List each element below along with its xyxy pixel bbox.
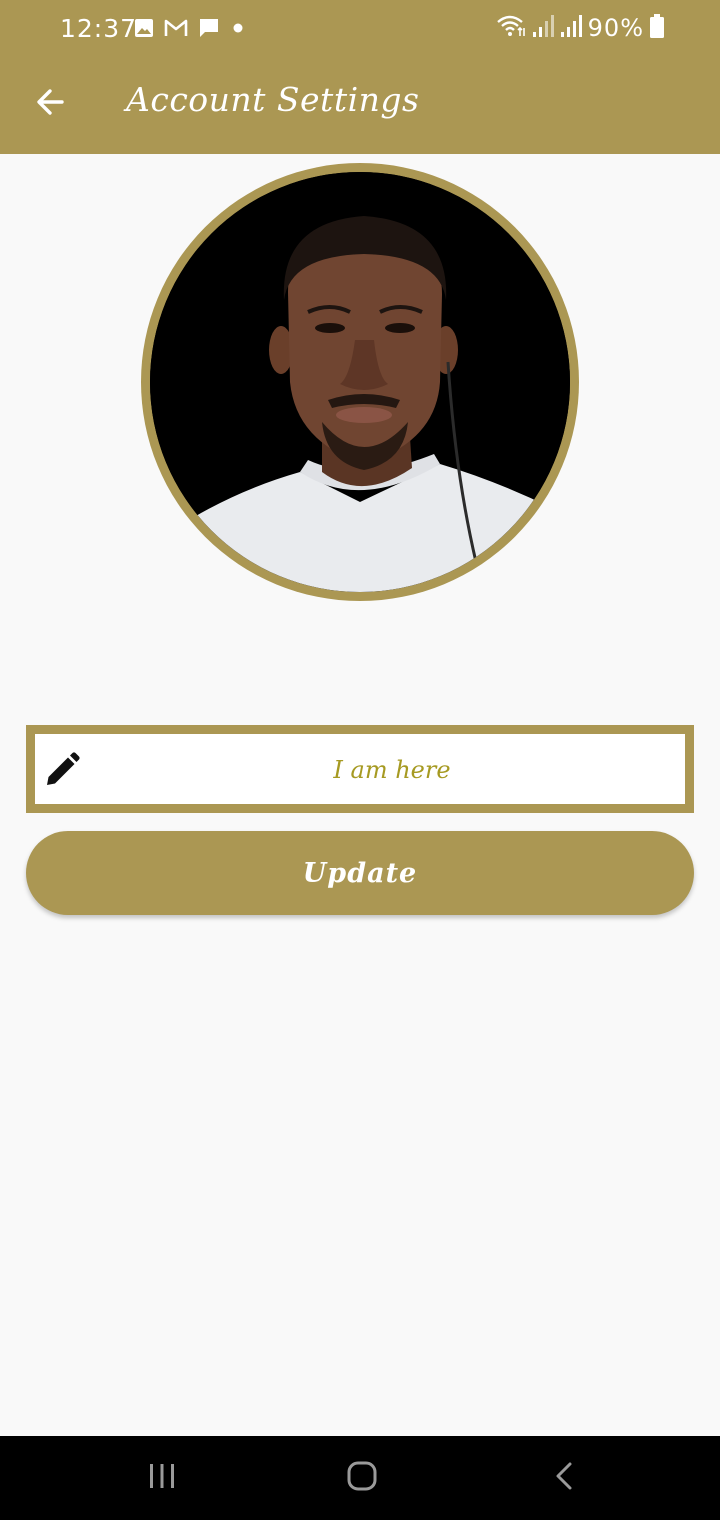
message-icon [198, 17, 220, 43]
recent-apps-icon [147, 1462, 177, 1494]
image-icon [134, 18, 154, 42]
navigation-bar [0, 1436, 720, 1520]
signal-icon [532, 14, 554, 42]
battery-percentage: 90% [587, 14, 644, 42]
home-button[interactable] [340, 1458, 384, 1498]
recent-apps-button[interactable] [140, 1458, 184, 1498]
status-field[interactable] [26, 725, 694, 813]
update-button[interactable]: Update [26, 831, 694, 915]
signal-icon [560, 14, 582, 42]
gmail-icon [164, 18, 188, 42]
home-icon [346, 1460, 378, 1496]
system-status: 90% [496, 14, 664, 42]
notification-icons [134, 17, 246, 43]
back-button[interactable] [30, 84, 70, 124]
system-back-button[interactable] [542, 1458, 586, 1498]
arrow-left-icon [34, 86, 66, 122]
top-bar: 12:37 90% Account Settings [0, 0, 720, 154]
pencil-icon [43, 751, 81, 789]
app-bar: Account Settings [0, 58, 720, 154]
profile-photo [150, 172, 570, 592]
page-title: Account Settings [126, 80, 420, 119]
update-button-label: Update [302, 857, 418, 889]
back-icon [552, 1461, 576, 1495]
status-bar: 12:37 90% [0, 0, 720, 58]
account-settings-screen: 12:37 90% Account Settings I am here Upd… [0, 0, 720, 1520]
dot-icon [230, 20, 246, 40]
battery-icon [650, 14, 664, 42]
avatar[interactable] [150, 172, 570, 592]
status-input[interactable] [95, 734, 689, 806]
avatar-frame [141, 163, 579, 601]
status-time: 12:37 [60, 14, 138, 43]
wifi-icon [496, 14, 526, 42]
